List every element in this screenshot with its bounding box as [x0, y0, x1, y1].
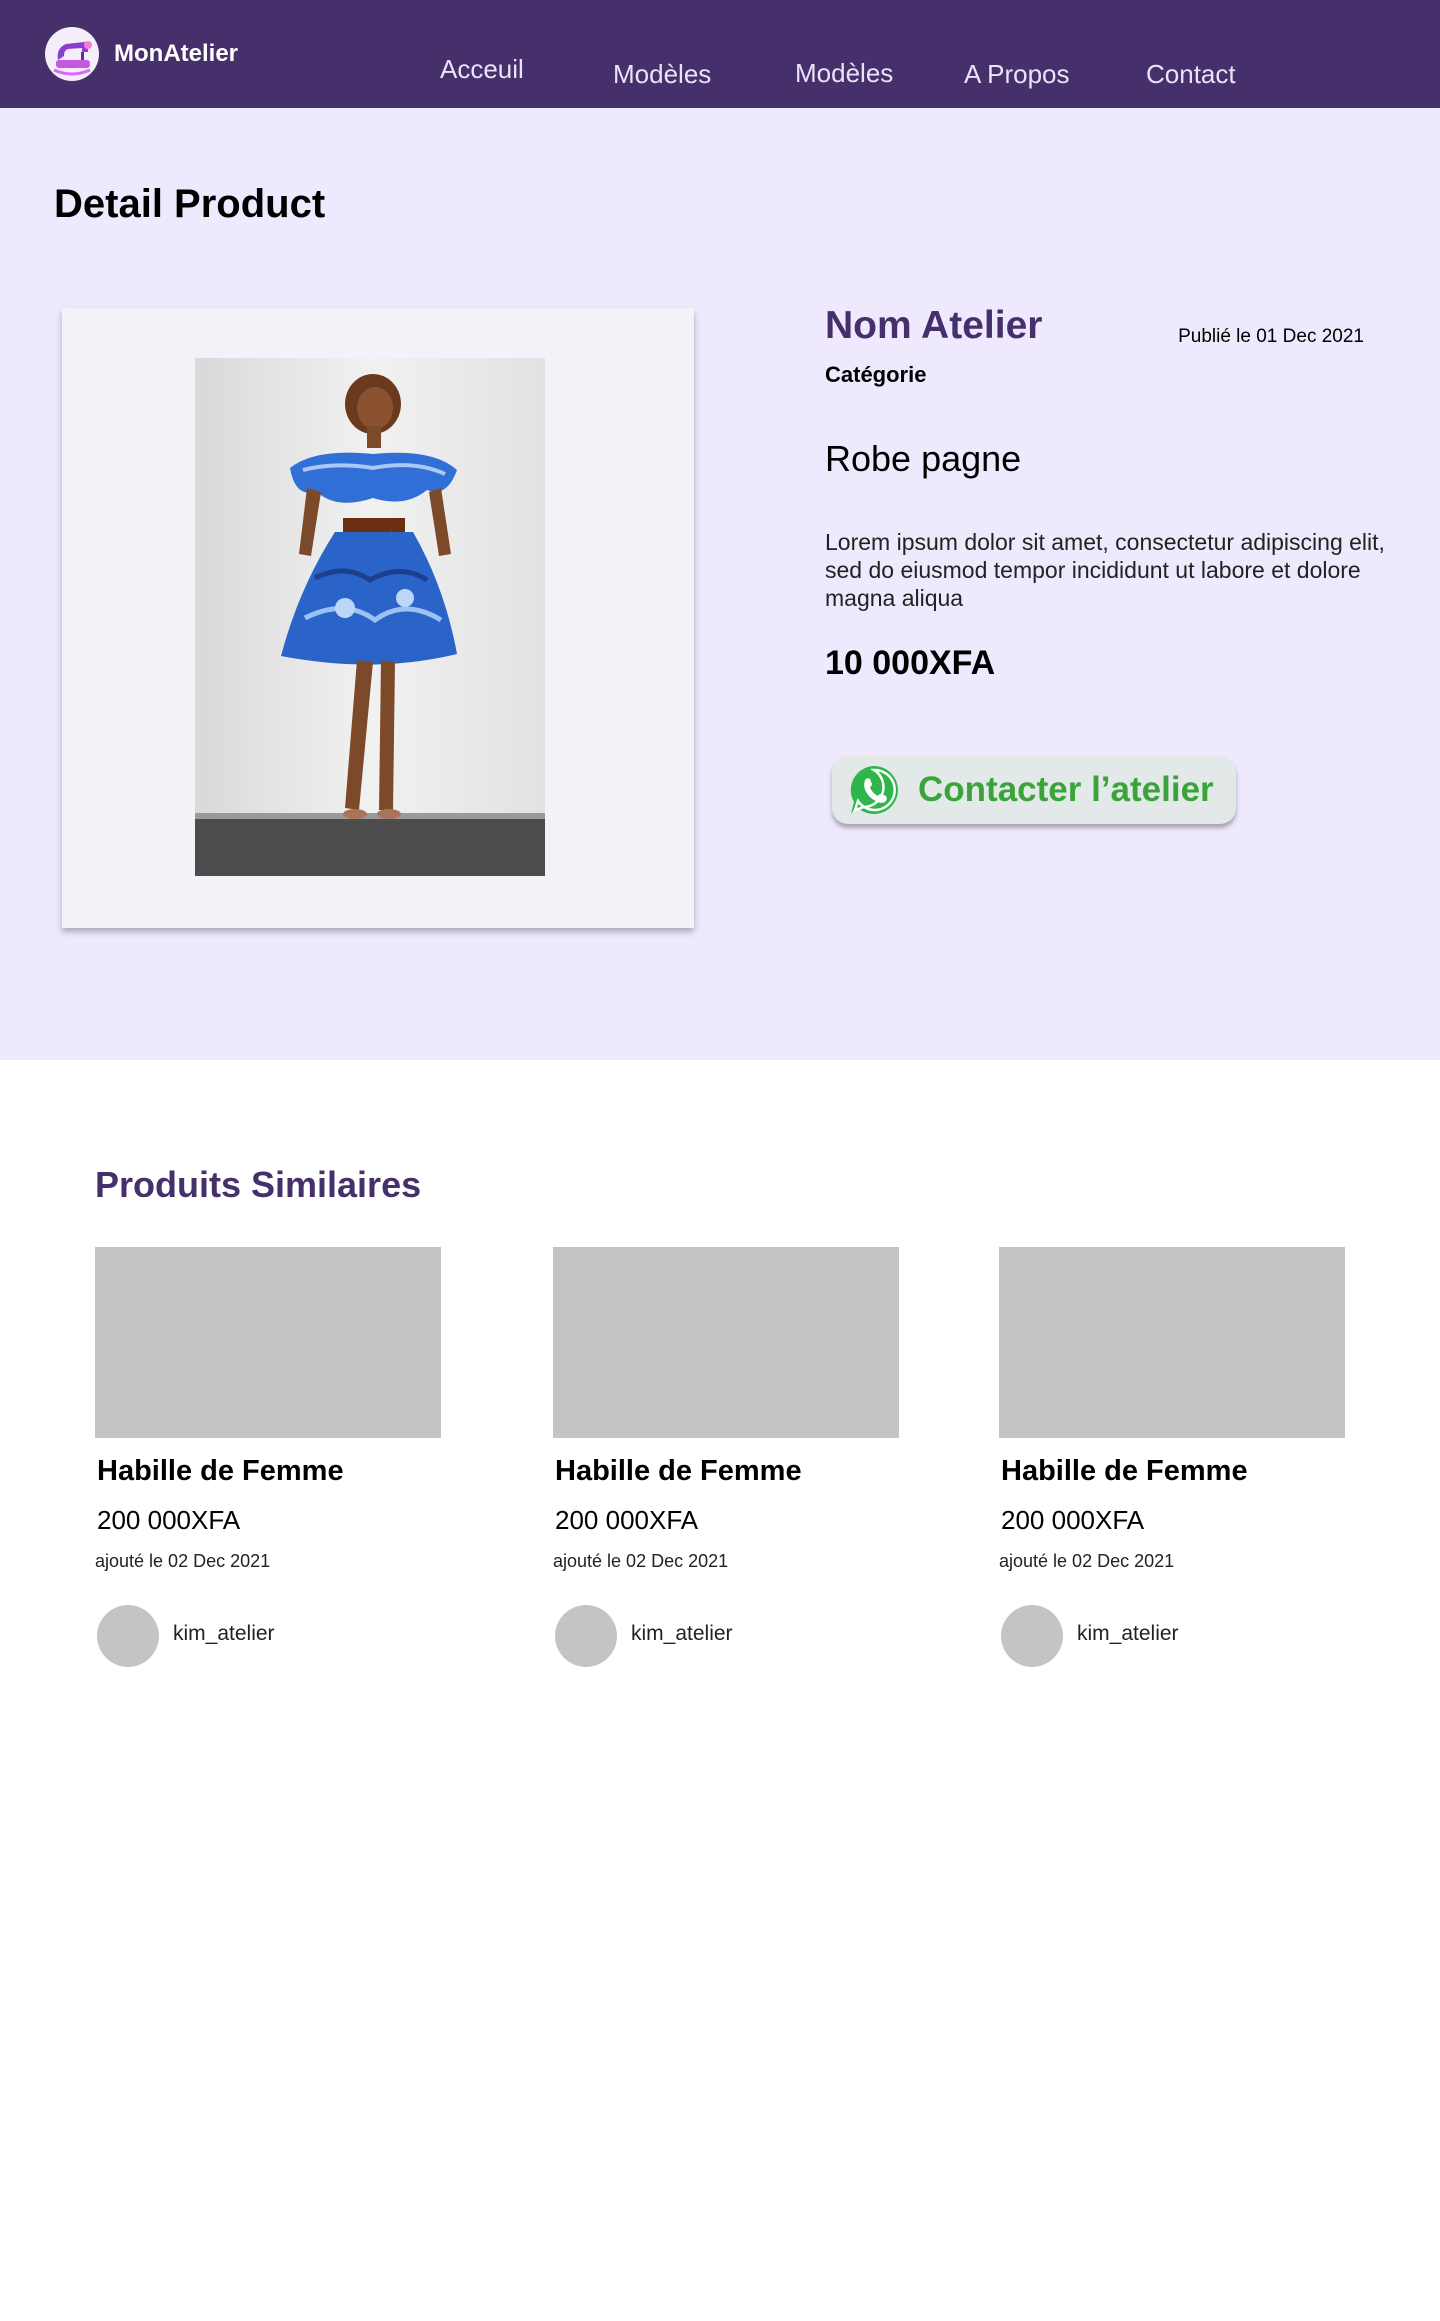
product-card-image[interactable]	[999, 1247, 1345, 1438]
brand-name: MonAtelier	[114, 40, 239, 67]
atelier-name[interactable]: Nom Atelier	[825, 304, 1042, 348]
published-date: Publié le 01 Dec 2021	[1178, 326, 1364, 347]
product-card[interactable]: Habille de Femme 200 000XFA ajouté le 02…	[999, 1247, 1345, 1667]
top-navigation-bar: MonAtelier Acceuil Modèles Modèles A Pro…	[0, 0, 1440, 108]
product-price: 10 000XFA	[825, 644, 996, 682]
avatar[interactable]	[555, 1605, 617, 1667]
contact-button-label: Contacter l’atelier	[918, 770, 1214, 809]
nav-link-contact[interactable]: Contact	[1146, 59, 1236, 90]
product-card-date: ajouté le 02 Dec 2021	[95, 1551, 271, 1571]
product-card-username[interactable]: kim_atelier	[1077, 1622, 1179, 1646]
contact-atelier-button[interactable]: Contacter l’atelier	[832, 756, 1236, 824]
product-card-username[interactable]: kim_atelier	[173, 1622, 275, 1646]
product-card-price: 200 000XFA	[555, 1505, 699, 1535]
product-card-price: 200 000XFA	[97, 1505, 241, 1535]
brand-logo[interactable]: MonAtelier	[44, 26, 238, 82]
whatsapp-icon	[850, 766, 898, 814]
product-card-title[interactable]: Habille de Femme	[97, 1455, 344, 1488]
product-card-date: ajouté le 02 Dec 2021	[553, 1551, 729, 1571]
product-card-title[interactable]: Habille de Femme	[555, 1455, 802, 1488]
sewing-machine-icon	[45, 27, 99, 81]
product-description: Lorem ipsum dolor sit amet, consectetur …	[825, 529, 1385, 611]
product-card[interactable]: Habille de Femme 200 000XFA ajouté le 02…	[553, 1247, 899, 1667]
nav-link-modeles-2[interactable]: Modèles	[795, 58, 893, 89]
product-detail-section: Detail Product Nom Atelier Publié le 01 …	[0, 108, 1440, 1060]
product-image-card	[62, 308, 694, 928]
nav-link-modeles[interactable]: Modèles	[613, 59, 711, 90]
nav-link-acceuil[interactable]: Acceuil	[440, 54, 524, 85]
nav-link-a-propos[interactable]: A Propos	[964, 59, 1070, 90]
product-card-title[interactable]: Habille de Femme	[1001, 1455, 1248, 1488]
product-name: Robe pagne	[825, 438, 1022, 479]
product-card-image[interactable]	[95, 1247, 441, 1438]
product-card[interactable]: Habille de Femme 200 000XFA ajouté le 02…	[95, 1247, 441, 1667]
product-card-image[interactable]	[553, 1247, 899, 1438]
avatar[interactable]	[1001, 1605, 1063, 1667]
product-card-username[interactable]: kim_atelier	[631, 1622, 733, 1646]
product-card-price: 200 000XFA	[1001, 1505, 1145, 1535]
avatar[interactable]	[97, 1605, 159, 1667]
product-card-date: ajouté le 02 Dec 2021	[999, 1551, 1175, 1571]
page-title: Detail Product	[54, 182, 326, 226]
product-category: Catégorie	[825, 362, 927, 387]
similar-products-title: Produits Similaires	[95, 1164, 422, 1205]
product-photo	[195, 358, 545, 876]
